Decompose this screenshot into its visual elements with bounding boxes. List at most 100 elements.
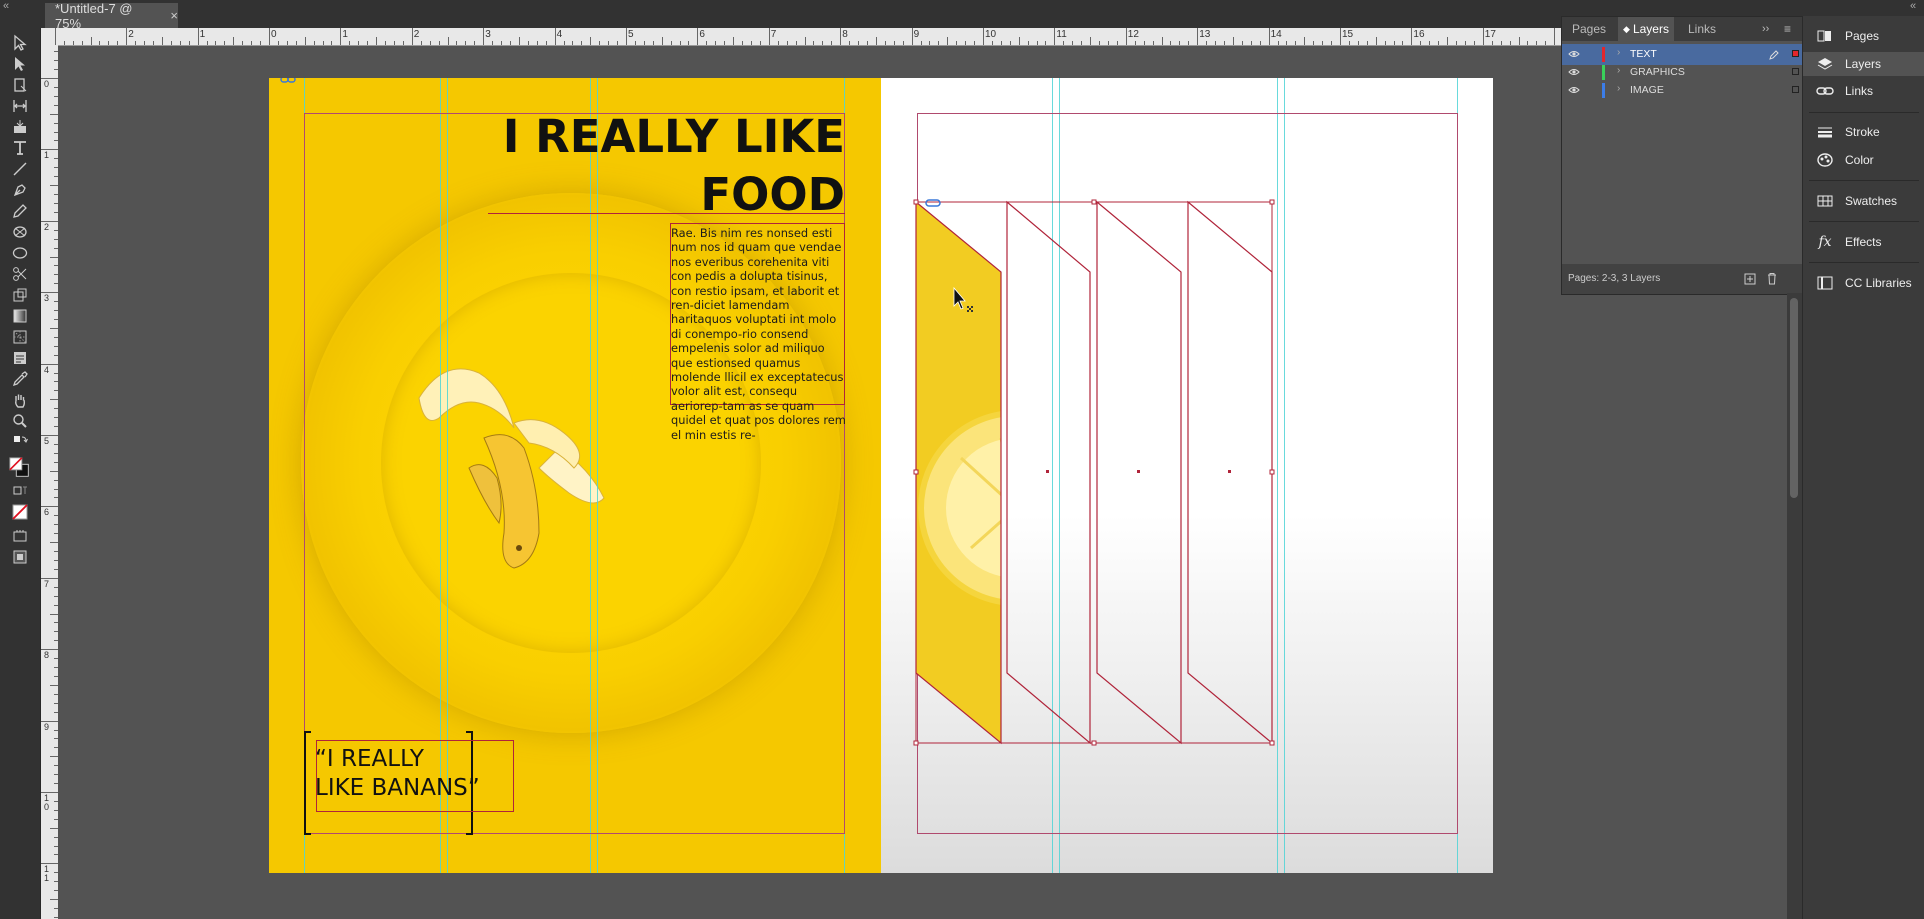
shape-frames[interactable] xyxy=(881,78,1493,873)
ruler-tick xyxy=(706,41,708,45)
selection-tool-icon[interactable] xyxy=(8,33,32,53)
ruler-tick xyxy=(1438,41,1440,45)
dock-item-layers[interactable]: Layers xyxy=(1803,52,1924,76)
ruler-tick xyxy=(1554,28,1556,45)
panel-menu-icon[interactable]: ≡ xyxy=(1784,17,1800,41)
ellipse-tool-icon[interactable] xyxy=(8,243,32,263)
ruler-tick xyxy=(1509,41,1511,45)
ruler-label: 12 xyxy=(1127,29,1139,40)
dock-item-stroke[interactable]: Stroke xyxy=(1803,120,1924,144)
ruler-tick xyxy=(1197,28,1199,45)
ruler-tick xyxy=(224,41,226,45)
fill-stroke-swatch-icon[interactable] xyxy=(8,455,32,481)
layer-name: IMAGE xyxy=(1630,84,1664,96)
ruler-tick xyxy=(242,41,244,45)
apply-none-icon[interactable] xyxy=(8,502,32,522)
screen-mode-icon[interactable] xyxy=(8,526,32,546)
layer-selection-box[interactable] xyxy=(1792,86,1799,93)
pencil-tool-icon[interactable] xyxy=(8,201,32,221)
vertical-scrollbar[interactable] xyxy=(1787,293,1802,919)
direct-selection-tool-icon[interactable] xyxy=(8,54,32,74)
gradient-feather-tool-icon[interactable] xyxy=(8,327,32,347)
ruler-label: 11 xyxy=(1056,29,1067,40)
scissors-tool-icon[interactable] xyxy=(8,264,32,284)
content-collector-icon[interactable] xyxy=(8,117,32,137)
ruler-tick xyxy=(617,41,619,45)
horizontal-ruler[interactable]: 2 1 0 1 2 3 4 5 6 7 8 9 10 11 12 13 14 15 16 17 xyxy=(41,28,1561,46)
ruler-tick xyxy=(759,41,761,45)
view-mode-icon[interactable] xyxy=(8,547,32,567)
ruler-tick xyxy=(626,28,627,45)
scrollbar-thumb[interactable] xyxy=(1790,298,1798,498)
default-fill-stroke-icon[interactable] xyxy=(8,432,32,452)
ruler-tick xyxy=(1384,41,1386,45)
layer-selection-box[interactable] xyxy=(1792,68,1799,75)
page-left[interactable]: I REALLY LIKE FOOD Rae. Bis nim res nons… xyxy=(269,78,881,873)
ruler-tick xyxy=(902,41,904,45)
type-tool-icon[interactable] xyxy=(8,138,32,158)
ruler-tick xyxy=(795,41,797,45)
ruler-label: 8 xyxy=(842,29,848,40)
formatting-affects-container-icon[interactable] xyxy=(8,481,32,501)
gap-tool-icon[interactable] xyxy=(8,96,32,116)
collapse-right-icon[interactable]: « xyxy=(1910,0,1916,12)
page-right[interactable] xyxy=(881,78,1493,873)
ruler-tick xyxy=(527,41,529,45)
document-tab[interactable]: *Untitled-7 @ 75% × xyxy=(45,1,178,31)
trash-icon[interactable] xyxy=(1766,272,1778,285)
ruler-tick xyxy=(1491,41,1493,45)
ruler-tick xyxy=(161,37,163,45)
ruler-tick xyxy=(884,41,886,45)
tab-pages[interactable]: Pages xyxy=(1572,17,1612,41)
ruler-tick xyxy=(322,41,324,45)
ruler-label: 2 xyxy=(413,29,420,40)
expand-chevron-icon[interactable]: › xyxy=(1617,47,1620,58)
tab-links[interactable]: Links xyxy=(1682,17,1722,41)
ruler-tick xyxy=(402,41,404,45)
layer-row-image[interactable]: › IMAGE xyxy=(1562,80,1803,101)
visibility-eye-icon[interactable] xyxy=(1568,49,1580,59)
ruler-tick xyxy=(965,41,967,45)
panel-expand-icon[interactable]: ›› xyxy=(1762,17,1778,41)
gradient-swatch-tool-icon[interactable] xyxy=(8,306,32,326)
dock-item-swatches[interactable]: Swatches xyxy=(1803,189,1924,213)
layer-selection-box[interactable] xyxy=(1792,50,1799,57)
close-icon[interactable]: × xyxy=(170,8,178,23)
vertical-ruler[interactable]: 0 1 2 3 4 5 6 7 8 9 10 11 xyxy=(41,45,59,919)
ruler-tick xyxy=(126,28,128,45)
headline-frame[interactable]: I REALLY LIKE FOOD xyxy=(485,108,845,224)
dock-item-pages[interactable]: Pages xyxy=(1803,24,1924,48)
eyedropper-tool-icon[interactable] xyxy=(8,369,32,389)
layer-color-swatch xyxy=(1602,83,1605,98)
pen-edit-icon xyxy=(1769,50,1779,60)
swatches-icon xyxy=(1815,194,1835,208)
expand-chevron-icon[interactable]: › xyxy=(1617,83,1620,94)
ruler-tick xyxy=(1009,41,1011,45)
zoom-tool-icon[interactable] xyxy=(8,411,32,431)
tab-layers[interactable]: ◆ Layers xyxy=(1618,17,1674,41)
dock-item-cc-libraries[interactable]: CC Libraries xyxy=(1803,271,1924,295)
page-tool-icon[interactable] xyxy=(8,75,32,95)
dock-item-color[interactable]: Color xyxy=(1803,148,1924,172)
hand-tool-icon[interactable] xyxy=(8,390,32,410)
ruler-tick xyxy=(1473,41,1475,45)
ruler-tick xyxy=(840,28,842,45)
rectangle-frame-tool-icon[interactable] xyxy=(8,222,32,242)
ruler-tick xyxy=(50,684,58,686)
visibility-eye-icon[interactable] xyxy=(1568,67,1580,77)
ruler-tick xyxy=(1116,41,1118,45)
document-canvas[interactable]: I REALLY LIKE FOOD Rae. Bis nim res nons… xyxy=(58,46,1561,919)
dock-item-links[interactable]: Links xyxy=(1803,79,1924,103)
ruler-tick xyxy=(1518,37,1520,45)
line-tool-icon[interactable] xyxy=(8,159,32,179)
note-tool-icon[interactable] xyxy=(8,348,32,368)
collapse-left-icon[interactable]: « xyxy=(3,0,9,12)
expand-chevron-icon[interactable]: › xyxy=(1617,65,1620,76)
dock-item-effects[interactable]: fx Effects xyxy=(1803,230,1924,254)
ruler-tick xyxy=(1340,28,1341,45)
free-transform-tool-icon[interactable] xyxy=(8,285,32,305)
new-layer-icon[interactable] xyxy=(1744,273,1756,285)
visibility-eye-icon[interactable] xyxy=(1568,85,1580,95)
ruler-tick xyxy=(50,113,58,115)
pen-tool-icon[interactable] xyxy=(8,180,32,200)
